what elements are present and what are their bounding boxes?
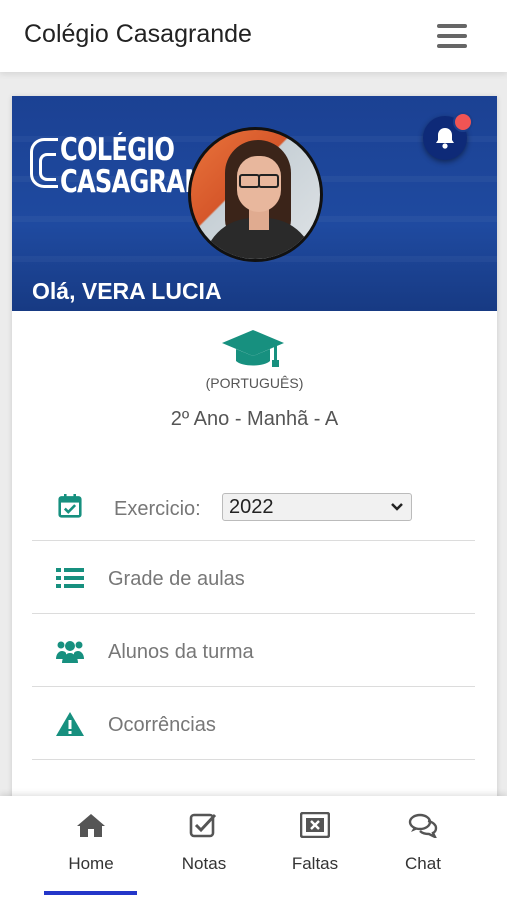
bell-icon xyxy=(436,128,454,149)
bottom-nav: Home Notas Faltas Chat xyxy=(0,796,507,900)
home-icon xyxy=(77,814,105,837)
exercise-row: Exercicio: 2022 xyxy=(32,468,475,541)
exercise-label: Exercicio: xyxy=(114,498,201,520)
nav-home[interactable]: Home xyxy=(36,796,146,900)
subject-label: (PORTUGUÊS) xyxy=(205,375,304,391)
exercise-year-value: 2022 xyxy=(229,496,274,518)
app-bar: Colégio Casagrande xyxy=(0,0,507,72)
nav-label: Home xyxy=(68,854,114,873)
active-tab-indicator xyxy=(44,891,137,895)
greeting-text: Olá, VERA LUCIA xyxy=(32,278,222,304)
graduation-cap-icon xyxy=(222,330,284,367)
nav-label: Faltas xyxy=(291,854,339,873)
profile-banner: COLÉGIO CASAGRANDE Olá, VERA LUCIA xyxy=(12,96,497,311)
profile-card: COLÉGIO CASAGRANDE Olá, VERA LUCIA (PORT… xyxy=(12,96,497,816)
warning-icon xyxy=(56,712,84,736)
nav-notas[interactable]: Notas xyxy=(149,796,259,900)
nav-faltas[interactable]: Faltas xyxy=(260,796,370,900)
class-info: 2º Ano - Manhã - A xyxy=(170,408,339,430)
nav-label: Notas xyxy=(181,854,227,873)
nav-label: Chat xyxy=(405,854,441,873)
menu-item-grade-de-aulas[interactable]: Grade de aulas xyxy=(32,541,475,614)
exercise-year-select[interactable]: 2022 xyxy=(222,493,412,521)
menu-item-label: Grade de aulas xyxy=(108,568,245,590)
menu-item-ocorrencias[interactable]: Ocorrências xyxy=(32,687,475,760)
hamburger-icon[interactable] xyxy=(437,24,467,48)
notifications-button[interactable] xyxy=(423,112,473,160)
users-icon xyxy=(56,641,84,663)
x-square-icon xyxy=(300,812,330,838)
app-title: Colégio Casagrande xyxy=(24,20,252,48)
check-square-icon xyxy=(189,813,217,838)
chevron-down-icon xyxy=(391,503,403,511)
menu-item-label: Ocorrências xyxy=(108,714,216,736)
school-logo: COLÉGIO CASAGRANDE xyxy=(30,132,240,200)
notification-badge xyxy=(453,112,473,132)
chat-icon xyxy=(408,813,438,838)
menu-item-alunos-da-turma[interactable]: Alunos da turma xyxy=(32,614,475,687)
menu-item-label: Alunos da turma xyxy=(108,641,254,663)
calendar-check-icon xyxy=(58,494,82,518)
list-icon xyxy=(56,568,84,588)
avatar xyxy=(188,127,323,262)
nav-chat[interactable]: Chat xyxy=(368,796,478,900)
